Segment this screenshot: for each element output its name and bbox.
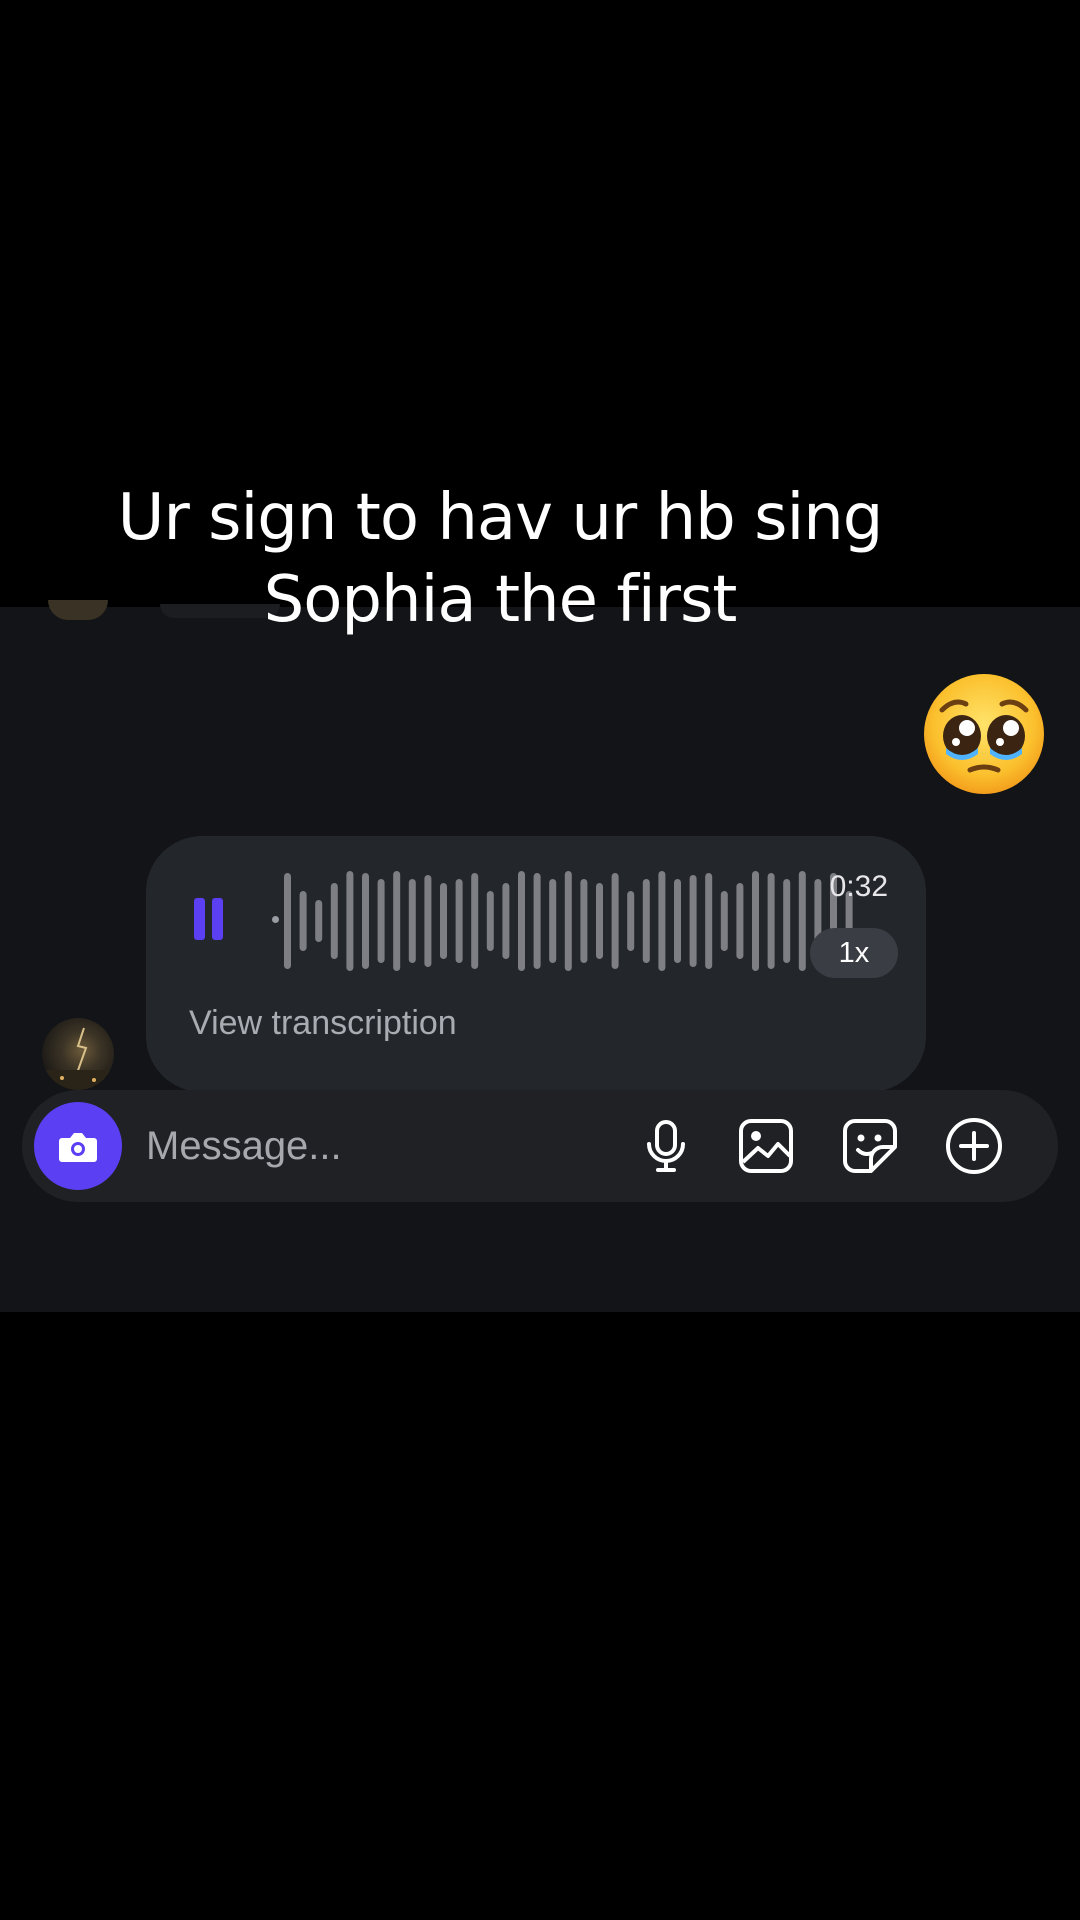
view-transcription-link[interactable]: View transcription [189, 1004, 457, 1043]
camera-button[interactable] [34, 1102, 122, 1190]
voice-duration: 0:32 [829, 870, 888, 903]
waveform-bar [549, 879, 557, 963]
waveform-bar [502, 883, 510, 959]
waveform-bar [408, 879, 416, 963]
pause-icon-bar [194, 898, 205, 940]
caption-line-2: Sophia the first [263, 563, 738, 637]
waveform-bar [642, 879, 650, 963]
playback-scrubber[interactable] [272, 916, 279, 923]
waveform-bar [611, 873, 619, 969]
waveform-bar [596, 883, 603, 959]
gallery-button[interactable] [736, 1116, 796, 1176]
waveform-bar [346, 871, 354, 971]
message-composer [22, 1090, 1058, 1202]
sticker-button[interactable] [840, 1116, 900, 1176]
waveform-bar [440, 883, 447, 959]
add-button[interactable] [944, 1116, 1004, 1176]
camera-icon [59, 1133, 97, 1162]
waveform-bar [798, 871, 806, 971]
pause-icon-bar [212, 898, 223, 940]
pause-button[interactable] [194, 898, 224, 940]
waveform-bar [580, 879, 588, 963]
microphone-button[interactable] [636, 1116, 696, 1176]
waveform-bar [533, 873, 541, 969]
pleading-face-emoji [924, 674, 1044, 794]
waveform-bar [284, 873, 291, 969]
waveform-bar [658, 871, 666, 971]
voice-message-bubble: 0:32 1x View transcription [146, 836, 926, 1092]
waveform-bar [752, 871, 759, 971]
waveform-bar [315, 900, 323, 942]
microphone-icon [647, 1120, 685, 1172]
waveform-bar [767, 873, 775, 969]
waveform-bar [783, 879, 791, 963]
waveform-bar [362, 873, 369, 969]
gallery-icon [739, 1119, 793, 1173]
waveform-bar [518, 871, 525, 971]
waveform-bar [564, 871, 572, 971]
waveform-bar [627, 891, 635, 951]
sticker-icon [843, 1119, 897, 1173]
waveform-bar [720, 891, 728, 951]
waveform-bar [689, 875, 697, 967]
waveform-bar [393, 871, 401, 971]
waveform-bar [674, 879, 681, 963]
playback-speed-button[interactable]: 1x [810, 928, 898, 978]
waveform-bar [486, 891, 494, 951]
caption-line-1: Ur sign to hav ur hb sing [117, 481, 884, 555]
waveform-bar [299, 891, 307, 951]
waveform-bar [377, 879, 385, 963]
waveform-bar [471, 873, 479, 969]
waveform-bar [455, 879, 463, 963]
waveform-bar [736, 883, 744, 959]
message-input[interactable] [146, 1118, 506, 1174]
waveform-bar [705, 873, 713, 969]
waveform-bar [330, 883, 338, 959]
add-icon [946, 1118, 1002, 1174]
contact-avatar[interactable] [42, 1018, 114, 1090]
waveform-bar [424, 875, 432, 967]
